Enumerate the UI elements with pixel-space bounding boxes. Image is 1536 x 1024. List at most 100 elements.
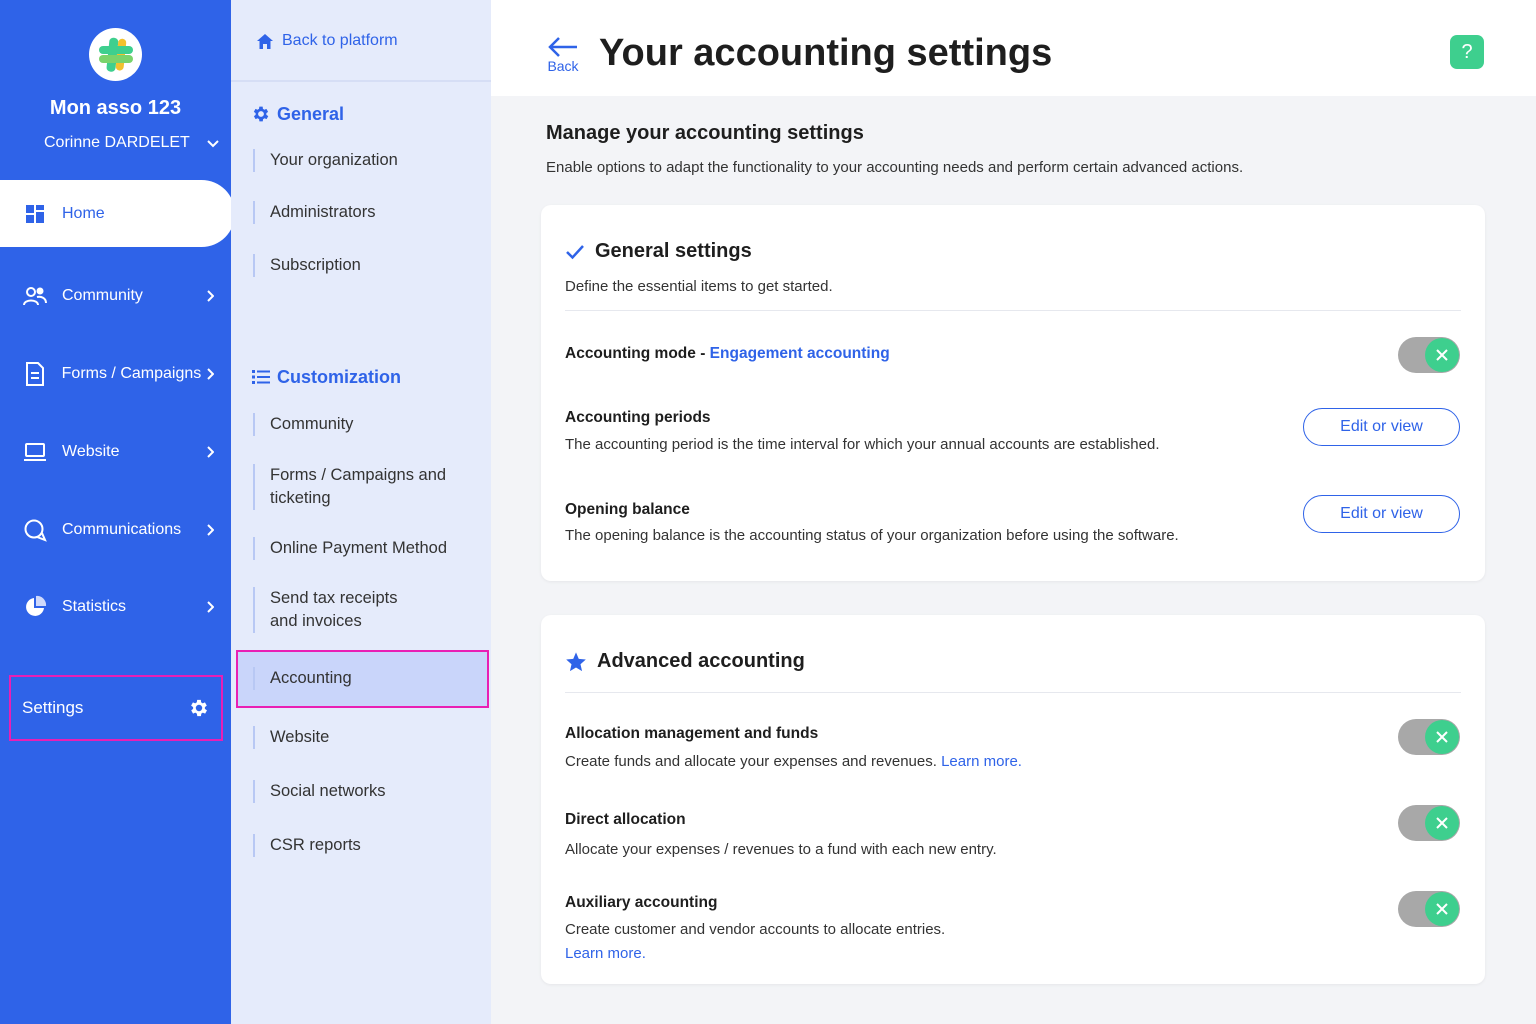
nav-item-label: Home	[62, 204, 105, 222]
back-button[interactable]: Back	[545, 36, 581, 74]
subnav-item-accounting-selected[interactable]: Accounting	[236, 650, 489, 708]
learn-more-link[interactable]: Learn more.	[565, 942, 1265, 966]
document-icon	[22, 361, 48, 387]
nav-item-label: Settings	[22, 698, 84, 717]
general-settings-card: General settings Define the essential it…	[541, 205, 1485, 581]
nav-item-statistics[interactable]: Statistics	[0, 581, 231, 633]
back-label: Back	[547, 58, 579, 74]
back-to-platform-label: Back to platform	[282, 32, 398, 49]
allocation-desc-text: Create funds and allocate your expenses …	[565, 753, 937, 770]
users-icon	[22, 283, 48, 309]
nav-item-label: Community	[62, 287, 143, 304]
advanced-accounting-heading: Advanced accounting	[565, 650, 805, 673]
auxiliary-desc-text: Create customer and vendor accounts to a…	[565, 921, 946, 938]
auxiliary-accounting-toggle[interactable]	[1398, 891, 1460, 927]
nav-item-community[interactable]: Community	[0, 270, 231, 322]
close-icon	[1425, 892, 1459, 926]
page-header: Back Your accounting settings ?	[491, 0, 1536, 96]
subnav-item-forms-campaigns[interactable]: Forms / Campaigns and ticketing	[253, 464, 453, 510]
subnav-item-csr-reports[interactable]: CSR reports	[253, 834, 473, 857]
learn-more-link[interactable]: Learn more.	[941, 753, 1022, 770]
gear-icon	[187, 697, 211, 719]
edit-periods-button[interactable]: Edit or view	[1303, 408, 1460, 446]
subnav-item-administrators[interactable]: Administrators	[253, 201, 473, 224]
accounting-periods-title: Accounting periods	[565, 409, 711, 426]
divider	[565, 310, 1461, 311]
divider	[231, 80, 491, 82]
gear-icon	[253, 106, 269, 122]
direct-allocation-toggle[interactable]	[1398, 805, 1460, 841]
allocation-toggle[interactable]	[1398, 719, 1460, 755]
separator: -	[695, 345, 710, 362]
general-settings-title: General settings	[595, 240, 752, 262]
nav-item-label: Forms / Campaigns	[61, 365, 202, 382]
opening-balance-title: Opening balance	[565, 501, 690, 518]
advanced-accounting-card: Advanced accounting Allocation managemen…	[541, 615, 1485, 984]
section-title: Manage your accounting settings	[546, 122, 864, 144]
chat-icon	[22, 517, 48, 543]
nav-item-website[interactable]: Website	[0, 426, 231, 478]
subnav-item-website[interactable]: Website	[253, 726, 473, 749]
nav-item-home[interactable]: Home	[0, 180, 235, 247]
subnav-item-social-networks[interactable]: Social networks	[253, 780, 473, 803]
nav-item-communications[interactable]: Communications	[0, 504, 231, 556]
pie-chart-icon	[22, 594, 48, 620]
auxiliary-accounting-desc: Create customer and vendor accounts to a…	[565, 918, 1265, 966]
accounting-mode-row: Accounting mode - Engagement accounting	[565, 345, 890, 363]
org-logo[interactable]	[89, 28, 142, 81]
home-icon	[257, 33, 273, 49]
accounting-mode-toggle[interactable]	[1398, 337, 1460, 373]
subnav-item-subscription[interactable]: Subscription	[253, 254, 473, 277]
allocation-title: Allocation management and funds	[565, 725, 819, 742]
list-icon	[252, 370, 270, 384]
nav-item-label: Statistics	[62, 598, 127, 615]
settings-sidebar: Back to platform General Your organizati…	[231, 0, 491, 1024]
accounting-mode-value[interactable]: Engagement accounting	[710, 345, 890, 362]
chevron-right-icon	[201, 524, 219, 536]
nav-item-label: Website	[62, 443, 120, 460]
chevron-right-icon	[201, 601, 219, 613]
subnav-item-community[interactable]: Community	[253, 413, 473, 436]
org-name: Mon asso 123	[49, 97, 182, 119]
section-customization-heading: Customization	[251, 364, 401, 390]
chevron-down-icon	[207, 140, 219, 148]
edit-opening-balance-button[interactable]: Edit or view	[1303, 495, 1460, 533]
back-to-platform-link[interactable]: Back to platform	[256, 30, 398, 52]
user-name: Corinne DARDELET	[44, 134, 190, 151]
dashboard-icon	[22, 201, 48, 227]
check-icon	[566, 244, 584, 259]
divider	[565, 692, 1461, 693]
nav-item-label: Communications	[62, 521, 182, 538]
chevron-right-icon	[201, 290, 219, 302]
section-general-label: General	[277, 103, 345, 124]
subnav-item-accounting[interactable]: Accounting	[253, 667, 473, 690]
auxiliary-accounting-title: Auxiliary accounting	[565, 894, 718, 911]
accounting-periods-desc: The accounting period is the time interv…	[565, 436, 1160, 453]
opening-balance-desc: The opening balance is the accounting st…	[565, 527, 1179, 544]
section-customization-label: Customization	[277, 366, 401, 387]
chevron-right-icon	[201, 368, 219, 380]
subnav-item-your-organization[interactable]: Your organization	[253, 149, 473, 172]
star-icon	[566, 651, 586, 671]
direct-allocation-desc: Allocate your expenses / revenues to a f…	[565, 841, 997, 858]
close-icon	[1425, 720, 1459, 754]
nav-item-forms-campaigns[interactable]: Forms / Campaigns	[0, 348, 231, 400]
direct-allocation-title: Direct allocation	[565, 811, 686, 828]
section-general-heading: General	[251, 101, 344, 127]
allocation-desc: Create funds and allocate your expenses …	[565, 750, 1265, 774]
nav-item-settings[interactable]: Settings	[9, 675, 223, 741]
chevron-right-icon	[201, 446, 219, 458]
user-menu[interactable]: Corinne DARDELET	[44, 132, 220, 154]
general-settings-heading: General settings	[565, 240, 752, 263]
arrow-left-icon	[548, 37, 577, 57]
help-button[interactable]: ?	[1450, 35, 1484, 69]
advanced-accounting-title: Advanced accounting	[597, 650, 805, 672]
laptop-icon	[22, 439, 48, 465]
section-description: Enable options to adapt the functionalit…	[546, 159, 1244, 176]
accounting-mode-label: Accounting mode	[565, 345, 696, 362]
close-icon	[1425, 338, 1459, 372]
subnav-item-tax-receipts[interactable]: Send tax receipts and invoices	[253, 587, 413, 633]
main-sidebar: Mon asso 123 Corinne DARDELET Home Commu…	[0, 0, 235, 1024]
page-title: Your accounting settings	[599, 32, 1053, 74]
subnav-item-online-payment[interactable]: Online Payment Method	[253, 537, 473, 560]
